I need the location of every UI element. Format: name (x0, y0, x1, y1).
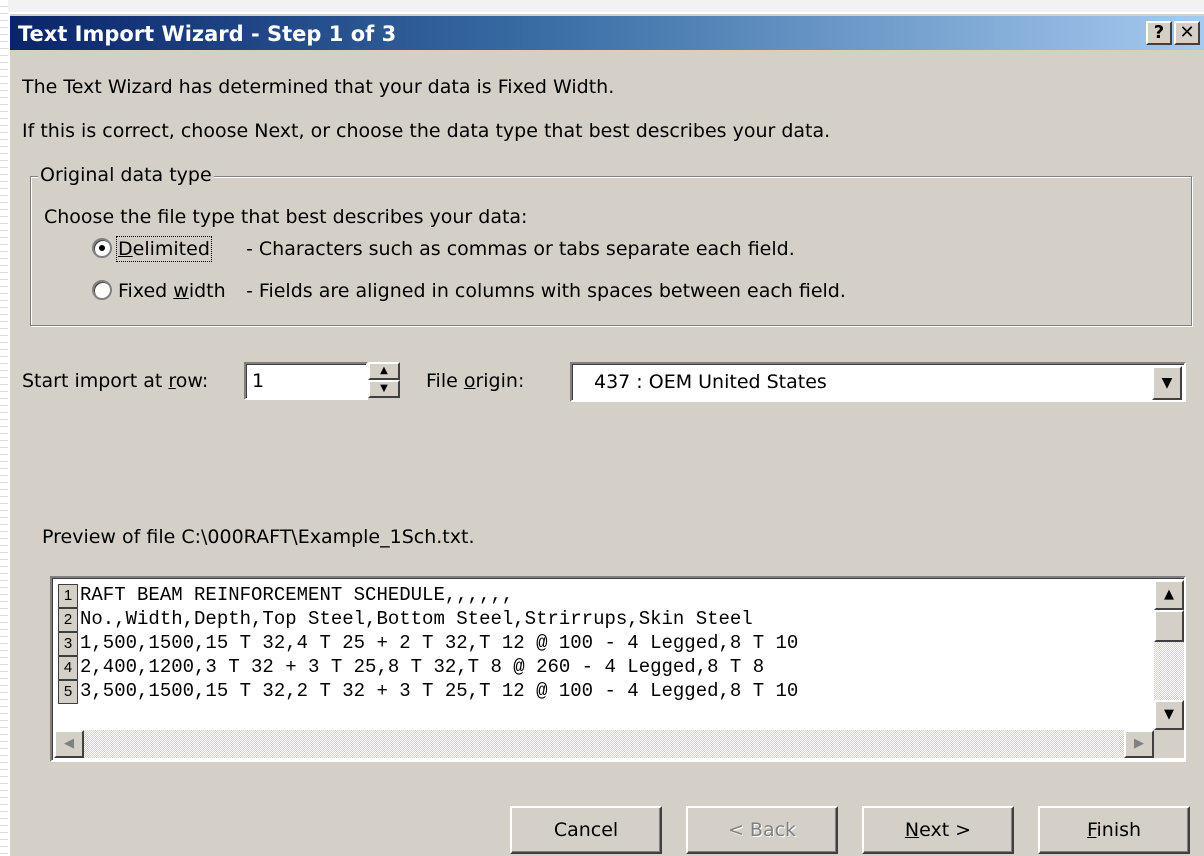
preview-row: 1 RAFT BEAM REINFORCEMENT SCHEDULE,,,,,, (58, 584, 513, 608)
preview-row: 4 2,400,1200,3 T 32 + 3 T 25,8 T 32,T 8 @… (58, 656, 764, 680)
start-row-input[interactable]: 1 (244, 362, 368, 400)
radio-selected-dot (99, 245, 105, 251)
scroll-down-icon[interactable]: ▼ (1154, 700, 1184, 730)
help-button[interactable]: ? (1146, 21, 1172, 45)
background-spreadsheet-strip (0, 0, 1204, 12)
dropdown-arrow-icon[interactable]: ▼ (1152, 366, 1182, 400)
start-row-spinner[interactable]: ▲ ▼ (368, 362, 400, 398)
scroll-thumb[interactable] (1154, 610, 1184, 642)
preview-label: Preview of file C:\000RAFT\Example_1Sch.… (42, 526, 475, 548)
fixed-width-radio[interactable] (92, 280, 112, 300)
preview-row: 2 No.,Width,Depth,Top Steel,Bottom Steel,… (58, 608, 753, 632)
vertical-scrollbar[interactable]: ▲ ▼ (1154, 580, 1184, 730)
preview-row: 5 3,500,1500,15 T 32,2 T 32 + 3 T 25,T 12… (58, 680, 798, 704)
cancel-button[interactable]: Cancel (510, 806, 662, 854)
spin-down-icon[interactable]: ▼ (368, 380, 400, 398)
scroll-right-icon[interactable]: ▶ (1124, 730, 1154, 758)
start-row-label: Start import at row: (22, 370, 209, 392)
scroll-corner (1154, 730, 1184, 758)
file-origin-label: File origin: (426, 370, 525, 392)
fixed-width-description: - Fields are aligned in columns with spa… (246, 280, 846, 302)
text-import-wizard-dialog: Text Import Wizard - Step 1 of 3 ? ✕ The… (8, 12, 1204, 856)
scroll-up-icon[interactable]: ▲ (1154, 580, 1184, 610)
file-origin-dropdown[interactable]: 437 : OEM United States ▼ (570, 362, 1186, 402)
back-button[interactable]: < Back (686, 806, 838, 854)
start-row-value: 1 (252, 370, 265, 392)
data-type-prompt: Choose the file type that best describes… (44, 206, 528, 228)
delimited-radio[interactable] (92, 238, 112, 258)
file-origin-value: 437 : OEM United States (594, 371, 827, 393)
group-legend: Original data type (38, 164, 214, 186)
title-bar[interactable]: Text Import Wizard - Step 1 of 3 ? ✕ (10, 16, 1204, 50)
horizontal-scrollbar[interactable]: ◀ ▶ (54, 730, 1154, 758)
finish-button[interactable]: Finish (1038, 806, 1190, 854)
background-spreadsheet-edge (0, 0, 8, 856)
intro-line-1: The Text Wizard has determined that your… (22, 76, 615, 98)
next-button[interactable]: Next > (862, 806, 1014, 854)
spin-up-icon[interactable]: ▲ (368, 362, 400, 380)
intro-line-2: If this is correct, choose Next, or choo… (22, 120, 831, 142)
window-title: Text Import Wizard - Step 1 of 3 (18, 22, 397, 46)
preview-row: 3 1,500,1500,15 T 32,4 T 25 + 2 T 32,T 12… (58, 632, 798, 656)
file-preview-pane[interactable]: 1 RAFT BEAM REINFORCEMENT SCHEDULE,,,,,, … (50, 576, 1186, 762)
scroll-left-icon[interactable]: ◀ (54, 730, 84, 758)
fixed-width-label[interactable]: Fixed width (118, 280, 226, 302)
delimited-description: - Characters such as commas or tabs sepa… (246, 238, 795, 260)
close-button[interactable]: ✕ (1174, 21, 1200, 45)
delimited-label[interactable]: Delimited (116, 236, 212, 262)
